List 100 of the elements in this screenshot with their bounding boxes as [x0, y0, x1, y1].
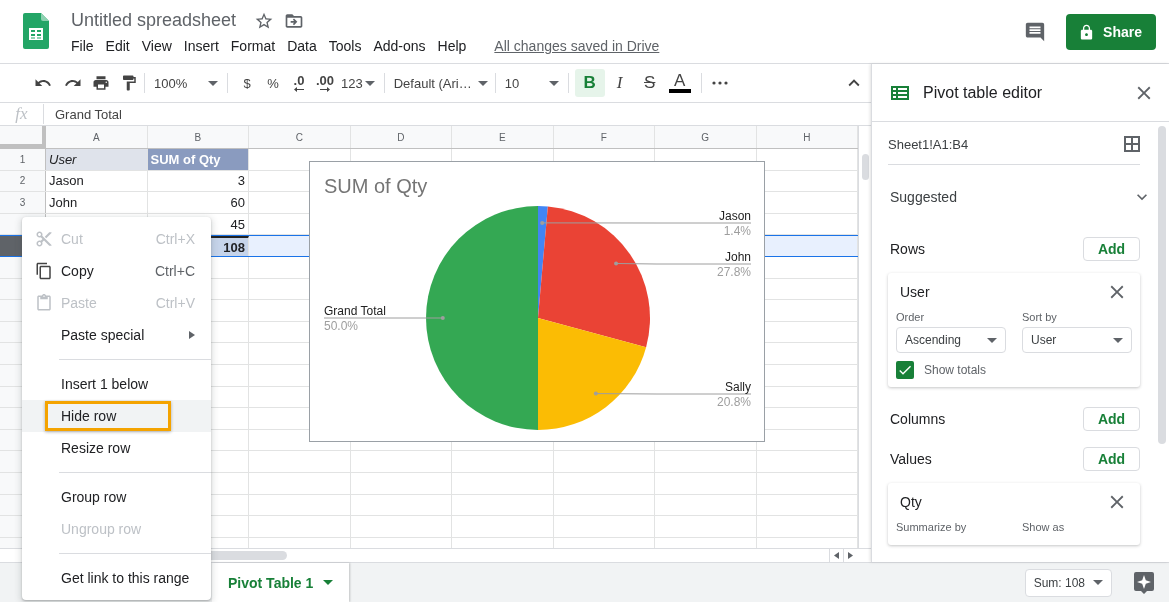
row-header[interactable]: 1 [0, 149, 46, 170]
setting-label: Sort by [1022, 311, 1058, 323]
add-button[interactable]: Add [1083, 237, 1140, 261]
explore-icon[interactable] [1134, 571, 1154, 594]
sum-dropdown[interactable]: Sum: 108 [1024, 568, 1112, 597]
section-label: Values [890, 451, 932, 467]
strikethrough-button[interactable]: S [634, 69, 665, 97]
right-arrow-icon[interactable] [848, 552, 853, 559]
field-name: Qty [900, 494, 922, 510]
right-arrow-icon [320, 86, 330, 92]
formula-field[interactable]: Grand Total [44, 106, 122, 122]
menu-option[interactable]: Paste special [22, 319, 211, 351]
menu-item[interactable]: Tools [328, 36, 368, 56]
menu-option[interactable]: Get link to this range [22, 562, 211, 594]
percent-button[interactable]: % [260, 69, 286, 97]
caret-icon [208, 80, 218, 86]
setting-label: Order [896, 311, 926, 323]
more-icon[interactable] [711, 81, 728, 85]
column-header[interactable]: C [249, 126, 351, 148]
left-arrow-icon[interactable] [834, 552, 839, 559]
menu-option[interactable]: Resize row [22, 432, 211, 464]
checkbox[interactable] [896, 361, 914, 379]
field-name: User [900, 284, 930, 300]
shortcut-label: Ctrl+C [154, 263, 195, 279]
caret-icon [987, 337, 997, 343]
caret-icon [1113, 337, 1123, 343]
shortcut-label: Ctrl+V [155, 295, 195, 311]
table-cell: SUM of Qty [147, 149, 249, 170]
menu-item[interactable]: File [71, 36, 100, 56]
slice-percent: 50.0% [324, 319, 359, 333]
currency-button[interactable]: $ [234, 69, 260, 97]
setting-label: Summarize by [896, 521, 968, 533]
range-field[interactable]: Sheet1!A1:B4 [888, 124, 1140, 165]
increase-decimals-button[interactable]: .00 [312, 69, 338, 97]
font-size-dropdown[interactable]: 10 [501, 69, 562, 97]
section-label: Columns [890, 411, 946, 427]
caret-icon [1093, 580, 1103, 585]
column-header[interactable]: G [655, 126, 757, 148]
table-cell: John [46, 192, 148, 213]
table-cell: 3 [147, 170, 249, 192]
decrease-decimals-button[interactable]: .0 [286, 69, 312, 97]
vertical-scrollbar[interactable] [858, 126, 871, 548]
grid-icon[interactable] [1124, 136, 1140, 152]
sheet-tab[interactable]: Pivot Table 1 [212, 563, 350, 602]
setting-dropdown[interactable]: Ascending [896, 327, 1006, 353]
slice-percent: 27.8% [716, 265, 751, 279]
clipboard-icon [35, 294, 53, 312]
zoom-dropdown[interactable]: 100% [151, 69, 221, 97]
menu-item[interactable]: Data [287, 36, 323, 56]
menu-option[interactable]: Insert 1 below [22, 368, 211, 400]
caret-icon [548, 80, 559, 86]
setting-dropdown[interactable]: User [1022, 327, 1132, 353]
menu-option[interactable]: Hide row [22, 400, 211, 432]
number-format-dropdown[interactable]: 123 [338, 69, 378, 97]
add-button[interactable]: Add [1083, 447, 1140, 471]
save-status-link[interactable]: All changes saved in Drive [494, 38, 660, 54]
comment-icon[interactable] [1024, 21, 1047, 43]
chart[interactable]: SUM of Qty Jason 1.4% John 27.8% Sally 20.8% Grand Total 50.0% [309, 161, 765, 442]
print-icon[interactable] [92, 74, 110, 92]
column-header[interactable]: A [46, 126, 148, 148]
slice-label: Grand Total [324, 304, 386, 318]
slice-label: John [724, 250, 751, 264]
menu-item[interactable]: Edit [105, 36, 136, 56]
menu-item[interactable]: Format [230, 36, 282, 56]
menu-option[interactable]: Copy Ctrl+C [22, 255, 211, 287]
font-dropdown[interactable]: Default (Ari… [390, 69, 489, 97]
suggested-label[interactable]: Suggested [890, 189, 957, 205]
caret-icon [364, 80, 375, 86]
left-arrow-icon [294, 86, 304, 92]
table-cell: Jason [46, 170, 148, 192]
section-label: Rows [890, 241, 925, 257]
sheets-logo[interactable] [23, 13, 49, 49]
share-button[interactable]: Share [1066, 14, 1156, 50]
column-header[interactable]: E [452, 126, 554, 148]
menu-item[interactable]: Help [437, 36, 473, 56]
row-header[interactable]: 2 [0, 170, 46, 192]
menu-item[interactable]: Add-ons [373, 36, 432, 56]
menu-item[interactable]: View [141, 36, 178, 56]
row-header[interactable]: 3 [0, 192, 46, 213]
scissors-icon [35, 230, 53, 248]
caret-icon [323, 580, 334, 585]
chart-title: SUM of Qty [324, 175, 428, 197]
italic-button[interactable]: I [604, 69, 635, 97]
slice-label: Jason [718, 209, 751, 223]
column-header[interactable]: D [350, 126, 452, 148]
table-cell: 60 [147, 192, 249, 213]
text-color-button[interactable]: A [664, 69, 695, 97]
setting-label: Show as [1022, 521, 1066, 533]
menu-item[interactable]: Insert [183, 36, 225, 56]
slice-label: Sally [725, 380, 751, 394]
menu-option[interactable]: Group row [22, 481, 211, 513]
bold-button[interactable]: B [574, 69, 605, 97]
column-header[interactable]: B [147, 126, 249, 148]
add-button[interactable]: Add [1083, 407, 1140, 431]
table-cell: User [46, 149, 148, 170]
panel-scrollbar[interactable] [1158, 126, 1166, 444]
slice-percent: 20.8% [716, 395, 751, 409]
document-title[interactable]: Untitled spreadsheet [71, 10, 237, 31]
paint-format-icon[interactable] [120, 74, 138, 92]
column-header[interactable]: F [553, 126, 655, 148]
